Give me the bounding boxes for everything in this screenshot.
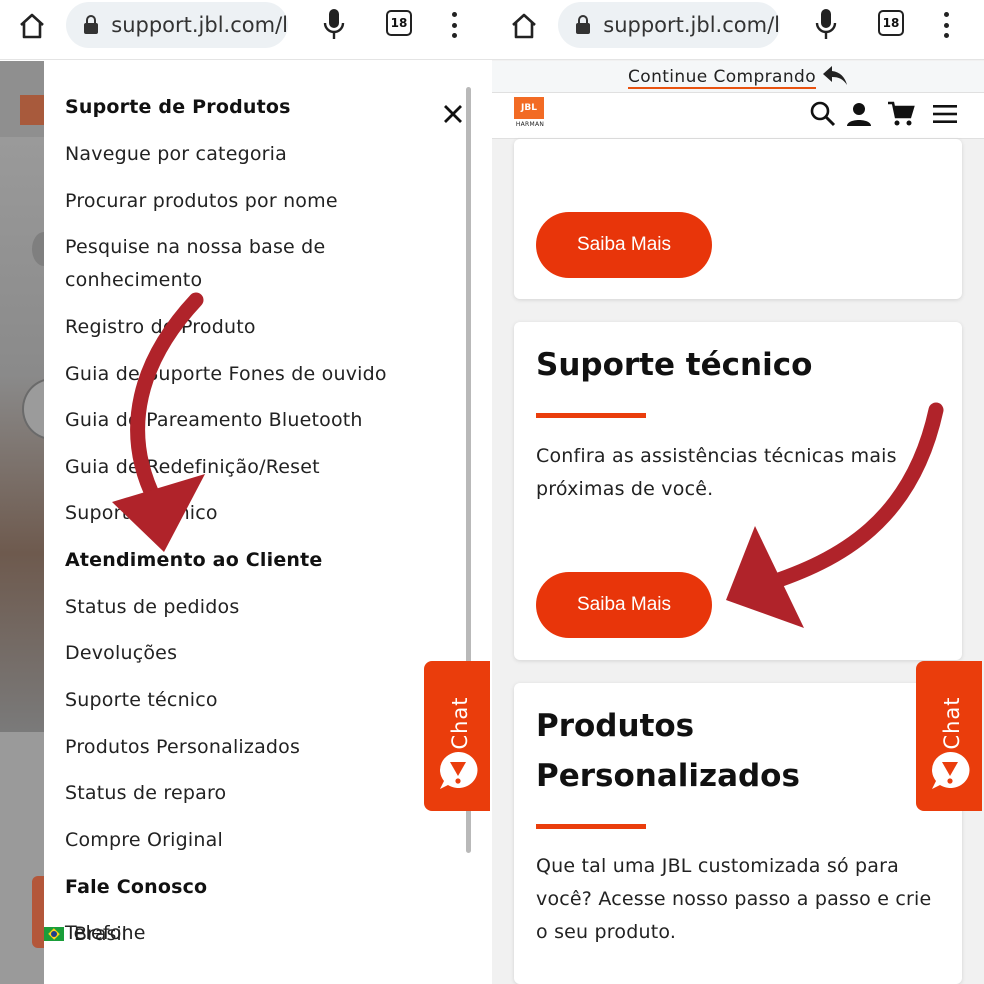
navigation-drawer: Suporte de Produtos Navegue por categori… xyxy=(44,61,492,984)
card-title: Produtos Personalizados xyxy=(536,708,800,794)
drawer-heading-suporte-produtos: Suporte de Produtos xyxy=(65,96,291,118)
drawer-item-compre-original[interactable]: Compre Original xyxy=(65,824,223,857)
drawer-heading-fale-conosco: Fale Conosco xyxy=(65,876,208,898)
url-text: support.jbl.com/l xyxy=(111,13,288,37)
chat-tab[interactable]: Chat xyxy=(424,661,490,811)
jbl-logo[interactable]: JBL HARMAN xyxy=(514,97,546,133)
drawer-item-registro[interactable]: Registro de Produto xyxy=(65,311,256,344)
search-icon[interactable] xyxy=(808,99,838,129)
brazil-flag-icon xyxy=(44,927,64,941)
left-screenshot: support.jbl.com/l 18 Suporte de Produtos… xyxy=(0,0,492,984)
drawer-item-produtos-personalizados[interactable]: Produtos Personalizados xyxy=(65,731,300,764)
address-bar[interactable]: support.jbl.com/l xyxy=(558,2,780,48)
drawer-item-guia-bluetooth[interactable]: Guia de Pareamento Bluetooth xyxy=(65,404,363,437)
home-icon[interactable] xyxy=(506,8,542,44)
chat-label: Chat xyxy=(940,696,964,750)
chat-alert-icon xyxy=(436,749,480,793)
drawer-item-status-reparo[interactable]: Status de reparo xyxy=(65,777,226,810)
drawer-item-base-conhecimento[interactable]: Pesquise na nossa base de conhecimento xyxy=(65,231,365,297)
close-icon[interactable] xyxy=(440,101,466,127)
url-text: support.jbl.com/l xyxy=(603,13,780,37)
drawer-item-guia-reset[interactable]: Guia de Redefinição/Reset xyxy=(65,451,320,484)
suporte-tecnico-card: Suporte técnico Confira as assistências … xyxy=(514,322,962,660)
drawer-item-categoria[interactable]: Navegue por categoria xyxy=(65,138,287,171)
saiba-mais-button-1[interactable]: Saiba Mais xyxy=(536,212,712,278)
tab-count-button[interactable]: 18 xyxy=(386,10,412,36)
browser-toolbar-right: support.jbl.com/l 18 xyxy=(492,0,984,60)
country-selector[interactable]: Brasil xyxy=(74,919,127,949)
drawer-item-status-pedidos[interactable]: Status de pedidos xyxy=(65,591,239,624)
drawer-item-devolucoes[interactable]: Devoluções xyxy=(65,637,177,670)
hamburger-menu-icon[interactable] xyxy=(930,99,960,129)
overflow-menu-icon[interactable] xyxy=(936,8,956,42)
continue-shopping-bar: Continue Comprando xyxy=(492,61,984,93)
microphone-icon[interactable] xyxy=(810,6,842,42)
drawer-item-procurar-nome[interactable]: Procurar produtos por nome xyxy=(65,185,338,218)
card-divider xyxy=(536,413,646,418)
tab-count-button[interactable]: 18 xyxy=(878,10,904,36)
card-title: Suporte técnico xyxy=(536,347,813,383)
card-description: Confira as assistências técnicas mais pr… xyxy=(536,445,897,500)
site-header: JBL HARMAN xyxy=(492,93,984,139)
continue-shopping-link[interactable]: Continue Comprando xyxy=(628,67,817,89)
card-description: Que tal uma JBL customizada só para você… xyxy=(536,855,932,943)
card-divider xyxy=(536,824,646,829)
address-bar[interactable]: support.jbl.com/l xyxy=(66,2,288,48)
chat-tab[interactable]: Chat xyxy=(916,661,982,811)
overflow-menu-icon[interactable] xyxy=(444,8,464,42)
drawer-item-guia-fones[interactable]: Guia de Suporte Fones de ouvido xyxy=(65,358,387,391)
lock-icon xyxy=(574,15,591,35)
drawer-heading-atendimento: Atendimento ao Cliente xyxy=(65,549,323,571)
chat-label: Chat xyxy=(448,696,472,750)
home-icon[interactable] xyxy=(14,8,50,44)
microphone-icon[interactable] xyxy=(318,6,350,42)
drawer-item-suporte-tecnico[interactable]: Suporte técnico xyxy=(65,497,218,530)
right-screenshot: support.jbl.com/l 18 Continue Comprando … xyxy=(492,0,984,984)
backdrop-logo xyxy=(20,95,46,125)
drawer-item-suporte-tecnico-2[interactable]: Suporte técnico xyxy=(65,684,218,717)
reply-arrow-icon[interactable] xyxy=(822,65,848,87)
produtos-personalizados-card: Produtos Personalizados Que tal uma JBL … xyxy=(514,683,962,984)
cart-icon[interactable] xyxy=(886,99,916,129)
browser-toolbar: support.jbl.com/l 18 xyxy=(0,0,492,60)
account-icon[interactable] xyxy=(844,99,874,129)
saiba-mais-button-2[interactable]: Saiba Mais xyxy=(536,572,712,638)
info-card-1: Saiba Mais xyxy=(514,139,962,299)
chat-alert-icon xyxy=(928,749,972,793)
lock-icon xyxy=(82,15,99,35)
